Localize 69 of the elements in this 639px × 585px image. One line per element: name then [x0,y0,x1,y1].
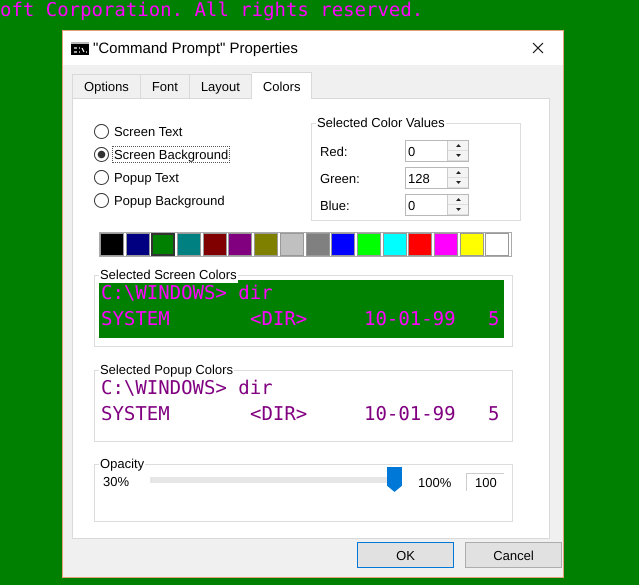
color-swatch[interactable] [331,233,356,256]
spin-down-button[interactable] [448,178,468,188]
console-icon [71,42,89,54]
preview-cell-text: SYSTEM [101,307,170,332]
radio-label[interactable]: Popup Text [113,170,180,184]
close-icon [532,42,544,54]
preview-cell-text: 5 [488,307,500,332]
group-title: Selected Popup Colors [99,362,234,378]
radio-label[interactable]: Popup Background [113,192,226,208]
color-swatch[interactable] [382,233,407,256]
down-arrow-icon [456,181,460,184]
tab[interactable]: Font [140,74,190,98]
field-label: Green: [320,170,361,186]
number-spinner[interactable]: 0 [405,194,469,216]
color-swatch[interactable] [460,233,484,256]
radio-button[interactable] [94,124,109,138]
color-swatch[interactable] [228,233,252,256]
group-title: Opacity [99,456,146,472]
preview-cell-text: 10-01-99 [364,402,456,427]
radio-button[interactable] [94,146,109,162]
preview-cell-text: SYSTEM [101,402,170,427]
down-arrow-icon [456,208,460,211]
color-swatch[interactable] [280,233,304,256]
console-text: oft Corporation. All rights reserved. [0,0,424,20]
slider-thumb[interactable] [387,467,402,492]
color-swatch[interactable] [485,233,510,256]
min-label: 30% [103,474,130,489]
color-swatch[interactable] [434,233,458,256]
radio-button[interactable] [94,192,109,208]
preview-cell-text: 5 [488,402,500,427]
field-label: Red: [320,144,348,158]
color-swatch[interactable] [202,233,227,256]
color-swatch[interactable] [177,233,202,256]
up-arrow-icon [456,144,460,147]
group-title: Selected Screen Colors [99,267,238,283]
window-title: "Command Prompt" Properties [93,40,299,56]
preview-cell-text: 10-01-99 [364,307,456,332]
down-arrow-icon [456,154,460,157]
up-arrow-icon [456,198,460,201]
color-swatch[interactable] [356,233,381,256]
color-swatch[interactable] [100,233,124,256]
tab[interactable]: Layout [190,74,252,98]
preview-text: C:\WINDOWS> dir [101,377,273,401]
number-spinner[interactable]: 0 [405,140,469,162]
spin-down-button[interactable] [448,205,468,215]
radio-label[interactable]: Screen Text [113,124,184,138]
max-label: 100% [418,475,452,490]
cancel-button[interactable]: Cancel [465,542,562,568]
tab[interactable]: Colors [252,72,312,99]
preview-cell-text: <DIR> [250,307,308,332]
number-spinner[interactable]: 128 [405,167,469,189]
up-arrow-icon [456,171,460,174]
opacity-value-field[interactable]: 100 [466,473,504,491]
color-swatch[interactable] [151,233,176,256]
color-swatch[interactable] [126,233,150,256]
preview-text: C:\WINDOWS> dir [101,281,273,306]
spin-up-button[interactable] [448,195,468,205]
spin-up-button[interactable] [448,141,468,151]
radio-label[interactable]: Screen Background [113,146,230,162]
ok-button[interactable]: OK [357,542,454,568]
spin-down-button[interactable] [448,151,468,161]
color-swatch[interactable] [254,233,278,256]
tab[interactable]: Options [72,74,141,98]
field-label: Blue: [320,198,351,212]
radio-button[interactable] [94,170,109,184]
color-swatch[interactable] [408,233,432,256]
preview-cell-text: <DIR> [250,402,308,427]
spin-up-button[interactable] [448,168,468,178]
color-swatch[interactable] [306,233,330,256]
